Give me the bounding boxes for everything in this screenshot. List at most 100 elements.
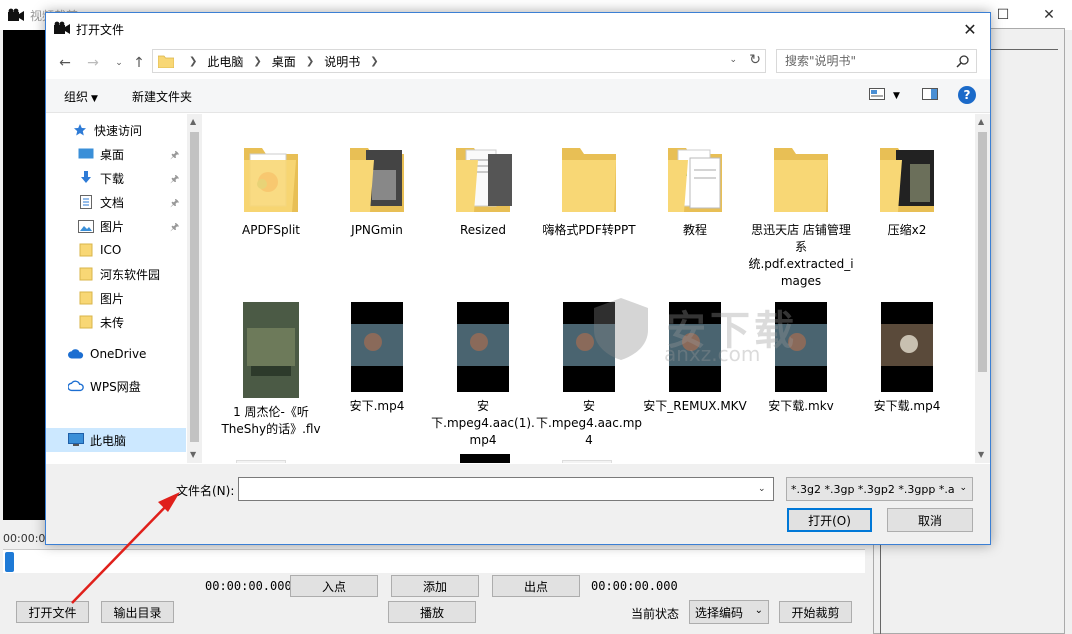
file-item-partial[interactable]	[562, 460, 612, 463]
sidebar-item-desktop[interactable]: 桌面 🖈	[78, 142, 202, 166]
new-folder-button[interactable]: 新建文件夹	[132, 88, 192, 105]
sidebar-scroll-thumb[interactable]	[190, 132, 199, 442]
arrow-right-icon: →	[87, 55, 99, 71]
chevron-down-icon[interactable]: ⌄	[729, 55, 737, 65]
sidebar-item-pictures[interactable]: 图片 🖈	[78, 214, 202, 238]
file-list: APDFSplit JPNGmin Resized 嗨格式PDF转PPT 教程	[206, 114, 976, 463]
sidebar-item-wps-drive[interactable]: WPS网盘	[68, 374, 202, 398]
video-file-item[interactable]: 安下.mp4	[324, 302, 430, 415]
chevron-right-icon: ❯	[370, 55, 379, 67]
forward-button[interactable]: →	[82, 53, 104, 73]
sidebar-item-label: 未传	[100, 315, 125, 330]
encode-select[interactable]: 选择编码 ⌄	[689, 600, 769, 624]
help-button[interactable]: ?	[958, 86, 976, 104]
sidebar-item-folder-weichuan[interactable]: 未传	[78, 310, 202, 334]
folder-icon	[78, 266, 94, 282]
breadcrumb-item[interactable]: 说明书	[324, 53, 360, 70]
play-button[interactable]: 播放	[388, 601, 476, 623]
chevron-down-icon: ⌄	[115, 58, 123, 68]
sidebar-item-this-pc[interactable]: 此电脑	[46, 428, 186, 452]
scroll-down-icon[interactable]: ▼	[978, 450, 984, 459]
breadcrumb-item[interactable]: 此电脑	[207, 53, 243, 70]
dialog-footer: 文件名(N): ⌄ *.3g2 *.3gp *.3gp2 *.3gpp *.a …	[46, 464, 990, 544]
folder-item[interactable]: 压缩x2	[854, 140, 960, 239]
timeline-handle[interactable]	[5, 552, 14, 572]
output-directory-button[interactable]: 输出目录	[101, 601, 174, 623]
file-type-filter-select[interactable]: *.3g2 *.3gp *.3gp2 *.3gpp *.a ⌄	[786, 477, 973, 501]
document-icon	[78, 194, 94, 210]
sidebar-item-label: 图片	[100, 219, 125, 234]
change-view-button[interactable]: ▼	[869, 88, 900, 103]
folder-item[interactable]: 教程	[642, 140, 748, 239]
scroll-up-icon[interactable]: ▲	[978, 117, 984, 126]
close-button[interactable]: ✕	[1026, 0, 1072, 30]
search-input[interactable]	[777, 50, 947, 72]
start-cut-button[interactable]: 开始裁剪	[779, 601, 852, 623]
mark-in-button[interactable]: 入点	[290, 575, 378, 597]
close-icon: ✕	[963, 19, 977, 39]
video-file-item[interactable]: 安下载.mp4	[854, 302, 960, 415]
sidebar-item-label: ICO	[100, 243, 122, 257]
open-button[interactable]: 打开(O)	[787, 508, 872, 532]
up-button[interactable]: ↑	[128, 53, 150, 73]
folder-icon	[452, 140, 514, 216]
file-item-partial[interactable]	[236, 460, 286, 463]
video-preview	[3, 30, 47, 520]
folder-item[interactable]: 嗨格式PDF转PPT	[536, 140, 642, 239]
timeline-track[interactable]	[3, 549, 865, 573]
folder-item[interactable]: Resized	[430, 140, 536, 239]
file-type-filter-value: *.3g2 *.3gp *.3gp2 *.3gpp *.a	[791, 482, 955, 496]
sidebar-item-folder-ico[interactable]: ICO	[78, 238, 202, 262]
sidebar-item-folder-pictures[interactable]: 图片	[78, 286, 202, 310]
sidebar-item-quick-access[interactable]: 快速访问	[72, 118, 202, 142]
video-file-item-partial[interactable]	[460, 454, 510, 463]
sidebar-item-documents[interactable]: 文档 🖈	[78, 190, 202, 214]
video-file-item[interactable]: 1 周杰伦-《听TheShy的话》.flv	[218, 302, 324, 438]
dialog-close-button[interactable]: ✕	[950, 13, 990, 45]
camera-icon	[54, 21, 70, 38]
sidebar-item-network[interactable]: 网络	[68, 458, 202, 463]
folder-item[interactable]: 思迅天店 店铺管理系统.pdf.extracted_images	[748, 140, 854, 290]
sidebar-item-label: 桌面	[100, 147, 125, 162]
sidebar-scrollbar[interactable]: ▲ ▼	[187, 114, 202, 463]
preview-pane-icon[interactable]	[922, 88, 938, 103]
sidebar-item-onedrive[interactable]: OneDrive	[68, 342, 202, 366]
cancel-button[interactable]: 取消	[887, 508, 973, 532]
chevron-down-icon[interactable]: ⌄	[758, 484, 766, 494]
status-label: 当前状态	[631, 607, 680, 621]
chevron-right-icon: ❯	[253, 55, 262, 67]
refresh-icon[interactable]: ↻	[749, 52, 761, 68]
computer-icon	[68, 432, 84, 448]
pin-icon: 🖈	[170, 150, 180, 161]
file-name: 嗨格式PDF转PPT	[542, 223, 636, 237]
open-file-button[interactable]: 打开文件	[16, 601, 89, 623]
add-clip-button[interactable]: 添加	[391, 575, 479, 597]
folder-icon	[346, 140, 408, 216]
file-name: 安下载.mkv	[768, 399, 834, 413]
search-icon[interactable]	[956, 54, 970, 71]
recent-locations-button[interactable]: ⌄	[108, 53, 130, 73]
file-name: 安下.mpeg4.aac(1).mp4	[431, 399, 535, 447]
pin-icon: 🖈	[170, 222, 180, 233]
file-list-scrollbar[interactable]: ▲ ▼	[975, 114, 990, 463]
sidebar-item-folder-hedong[interactable]: 河东软件园	[78, 262, 202, 286]
filename-input[interactable]	[238, 477, 774, 501]
address-bar[interactable]: ❯ 此电脑 ❯ 桌面 ❯ 说明书 ❯ ⌄ ↻	[152, 49, 766, 73]
current-time-label: 00:00:0	[3, 532, 46, 545]
organize-label: 组织	[64, 90, 89, 104]
file-name: APDFSplit	[242, 223, 300, 237]
video-file-item[interactable]: 安下.mpeg4.aac(1).mp4	[430, 302, 536, 449]
sidebar-item-downloads[interactable]: 下载 🖈	[78, 166, 202, 190]
pin-icon: 🖈	[170, 198, 180, 209]
mark-out-button[interactable]: 出点	[492, 575, 580, 597]
organize-menu[interactable]: 组织 ▼	[64, 88, 98, 105]
pin-icon: 🖈	[170, 174, 180, 185]
file-name: Resized	[459, 223, 507, 237]
scroll-up-icon[interactable]: ▲	[190, 117, 196, 126]
back-button[interactable]: ←	[54, 53, 76, 73]
file-list-scroll-thumb[interactable]	[978, 132, 987, 372]
folder-item[interactable]: JPNGmin	[324, 140, 430, 239]
folder-item[interactable]: APDFSplit	[218, 140, 324, 239]
breadcrumb-item[interactable]: 桌面	[272, 53, 296, 70]
scroll-down-icon[interactable]: ▼	[190, 450, 196, 459]
